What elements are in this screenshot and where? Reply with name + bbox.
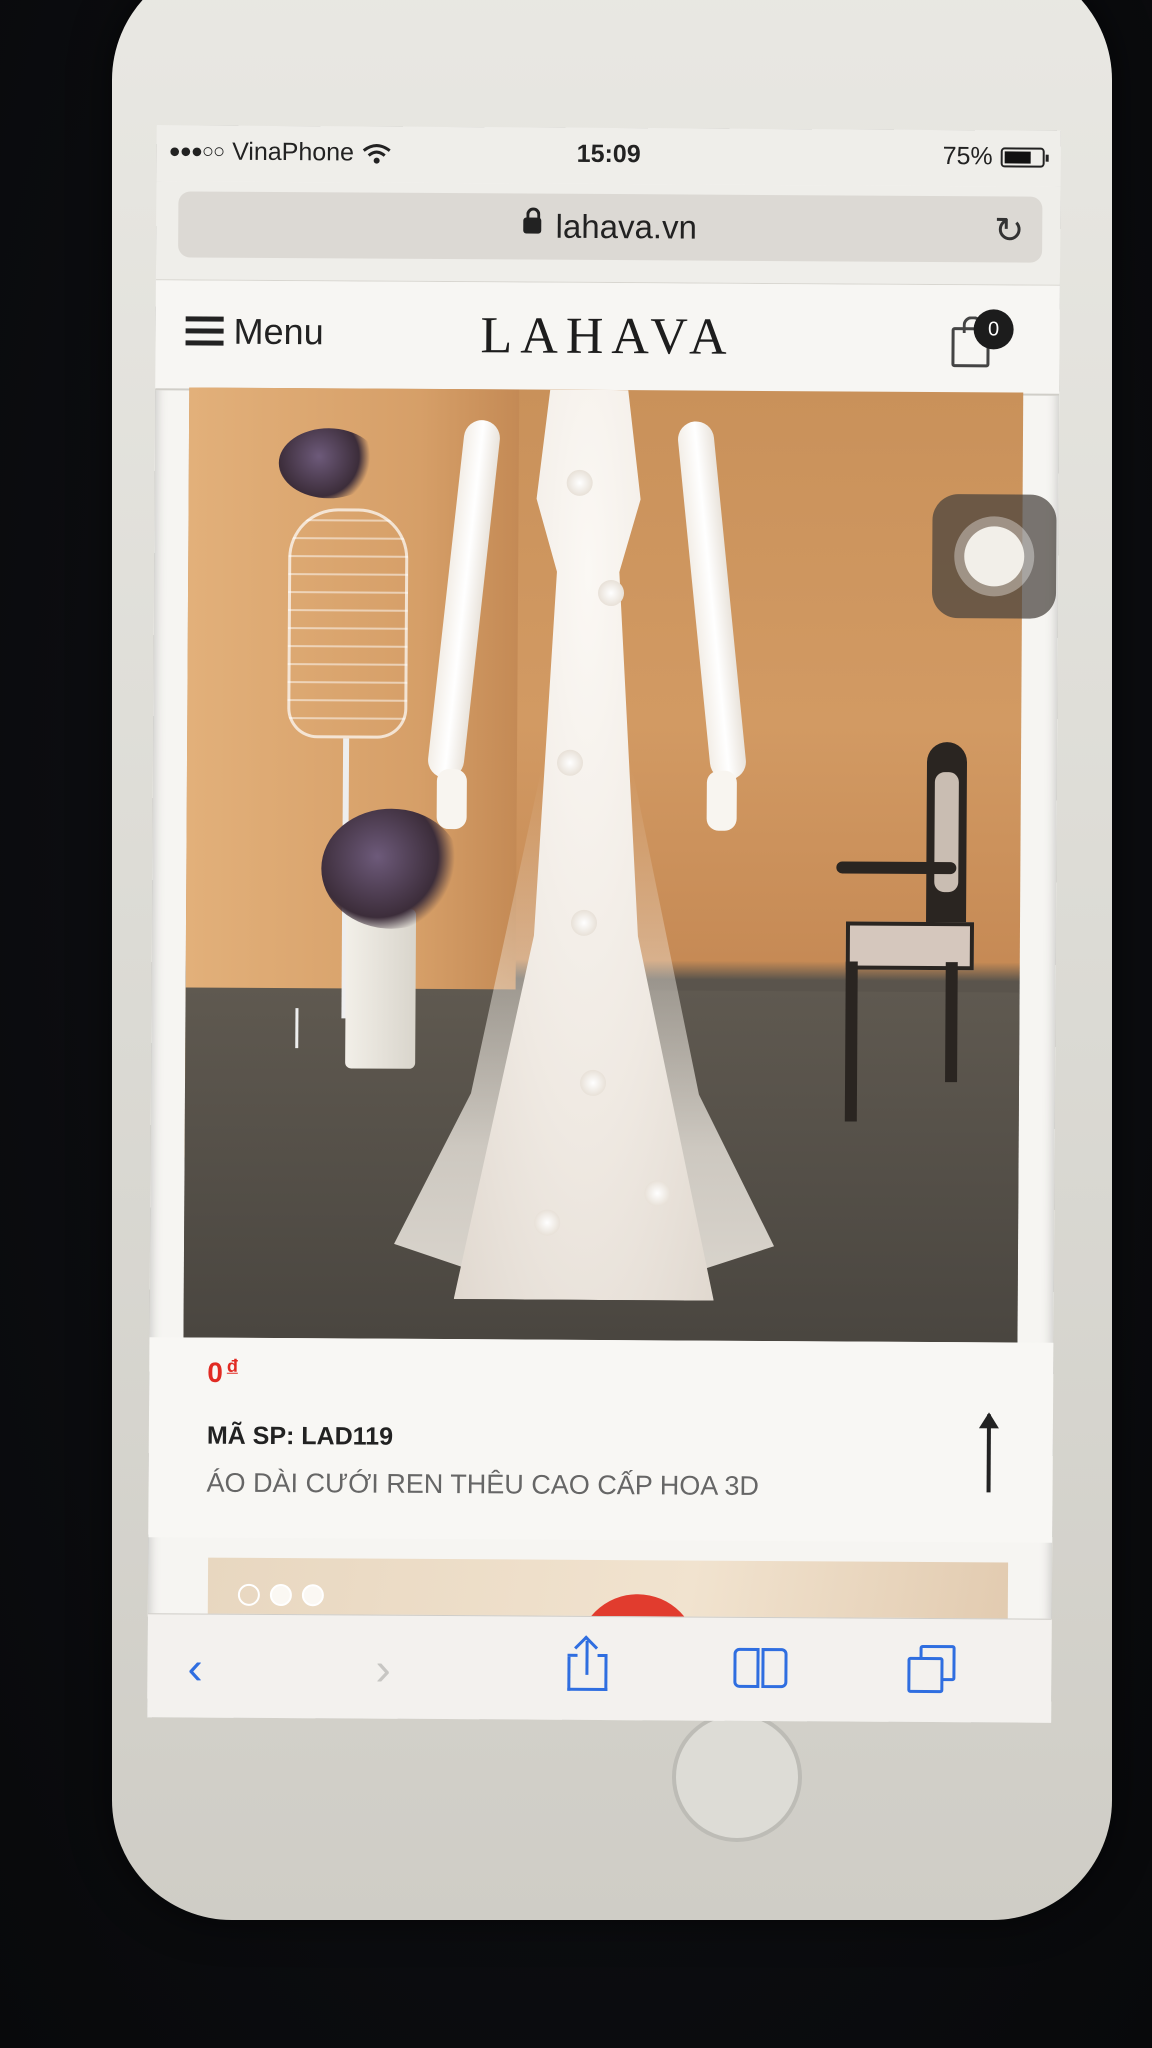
assistive-touch-button[interactable] — [931, 493, 1057, 619]
product-info: 0đ MÃ SP: LAD119 ÁO DÀI CƯỚI REN THÊU CA… — [148, 1337, 1054, 1543]
clock: 15:09 — [576, 139, 641, 169]
photo-flowers-top — [278, 428, 380, 499]
status-bar: ●●●○○ VinaPhone 15:09 75% — [156, 125, 1061, 187]
back-chevron-icon[interactable]: ‹ — [187, 1640, 203, 1694]
address-area: lahava.vn ↻ — [155, 181, 1061, 286]
carousel-dot[interactable] — [237, 1583, 260, 1606]
arrow-up-icon[interactable] — [986, 1414, 992, 1493]
photo-chair — [825, 741, 987, 1122]
share-icon[interactable] — [567, 1635, 608, 1692]
cart-button[interactable]: 0 — [949, 309, 1014, 379]
bookmarks-icon[interactable] — [733, 1647, 788, 1689]
home-button[interactable] — [672, 1712, 802, 1842]
carousel-dot[interactable] — [301, 1584, 324, 1607]
battery-area: 75% — [943, 142, 1045, 172]
battery-percentage: 75% — [942, 142, 993, 171]
cart-count-badge: 0 — [973, 309, 1014, 350]
phone-screen: ●●●○○ VinaPhone 15:09 75% lahava.vn ↻ Me… — [147, 125, 1061, 1723]
currency-symbol: đ — [226, 1355, 238, 1376]
product-image[interactable] — [183, 387, 1024, 1343]
site-logo[interactable]: LAHAVA — [155, 304, 1059, 369]
carousel-dot[interactable] — [269, 1583, 292, 1607]
url-display[interactable]: lahava.vn — [178, 205, 1042, 248]
address-bar[interactable]: lahava.vn ↻ — [178, 191, 1043, 263]
tabs-icon[interactable] — [907, 1644, 959, 1697]
product-name[interactable]: ÁO DÀI CƯỚI REN THÊU CAO CẤP HOA 3D — [206, 1468, 759, 1502]
product-price: 0đ — [207, 1355, 238, 1389]
reload-icon[interactable]: ↻ — [994, 209, 1024, 251]
url-text: lahava.vn — [555, 207, 697, 246]
product-sku: MÃ SP: LAD119 — [206, 1421, 394, 1451]
battery-icon — [1000, 146, 1045, 168]
carousel-dots — [237, 1583, 324, 1607]
safari-toolbar: ‹ › — [147, 1613, 1052, 1723]
site-header: Menu LAHAVA 0 — [155, 280, 1060, 396]
lock-icon — [523, 217, 542, 234]
forward-chevron-icon[interactable]: › — [375, 1642, 391, 1696]
photo-wedding-gown — [393, 389, 779, 1341]
